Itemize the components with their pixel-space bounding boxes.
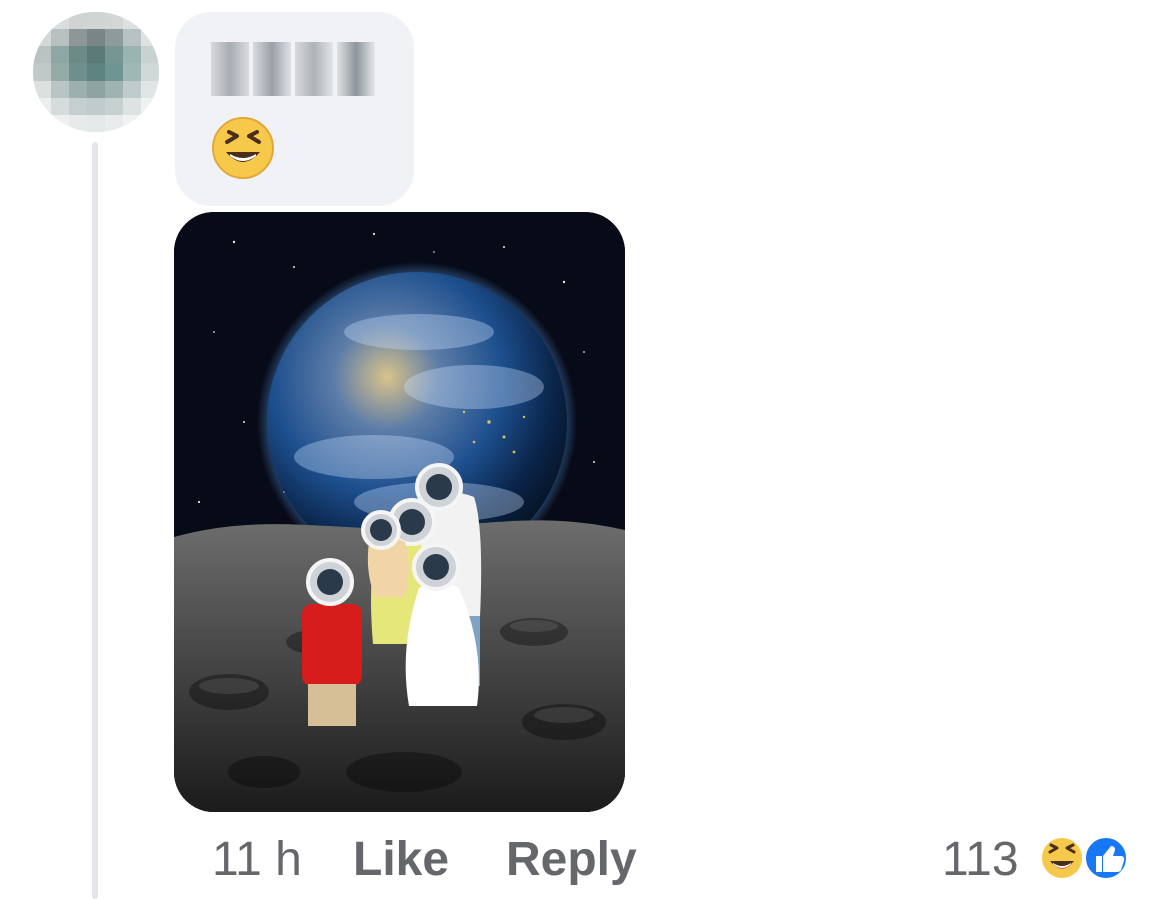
laughing-emoji-icon	[211, 116, 275, 180]
attached-photo[interactable]	[174, 212, 625, 812]
like-icon	[1082, 834, 1130, 882]
reaction-icons[interactable]	[1038, 832, 1138, 884]
space-family-photo	[174, 212, 625, 812]
like-button[interactable]: Like	[353, 832, 449, 888]
comment-timestamp[interactable]: 11 h	[212, 832, 302, 888]
comment-thread-line	[92, 142, 98, 899]
comment-bubble	[175, 12, 414, 206]
commenter-name[interactable]	[211, 42, 375, 96]
reply-button[interactable]: Reply	[506, 832, 637, 888]
commenter-avatar[interactable]	[33, 12, 159, 132]
reaction-count[interactable]: 113	[942, 832, 1019, 888]
haha-icon	[1038, 834, 1086, 882]
